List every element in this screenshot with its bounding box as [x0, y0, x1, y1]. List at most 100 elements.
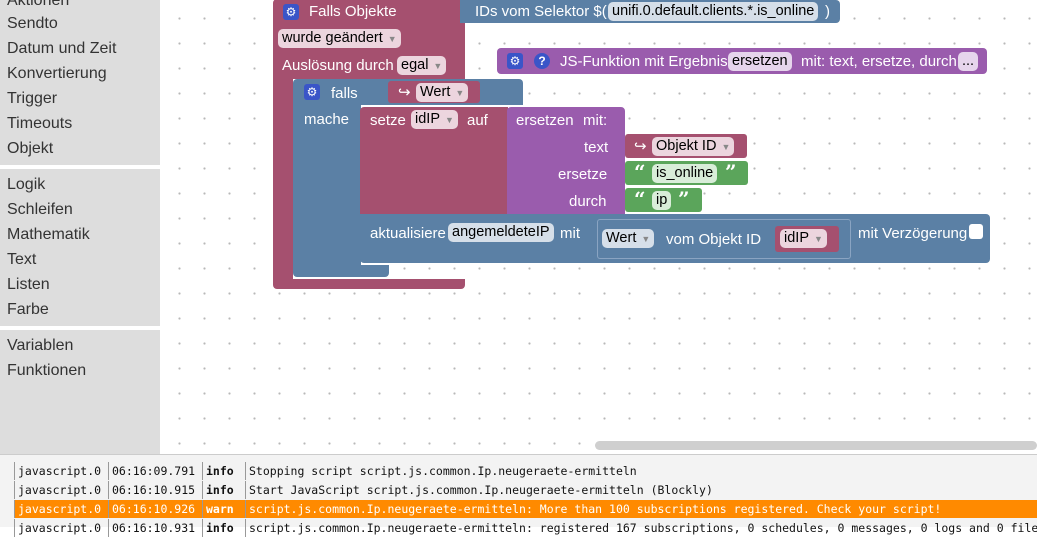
update-variable-dropdown[interactable]: angemeldeteIP: [448, 223, 554, 242]
if-label: falls: [331, 85, 358, 102]
category-separator: [0, 165, 160, 169]
category-objekt[interactable]: Objekt: [7, 140, 53, 158]
text-param-label: text: [584, 139, 609, 156]
log-message: Stopping script script.js.common.Ip.neug…: [245, 462, 1037, 480]
value-dropdown-label: Wert: [420, 84, 451, 100]
log-level: info: [202, 481, 246, 499]
category-funktionen[interactable]: Funktionen: [7, 362, 86, 380]
close-quote-icon: ”: [725, 160, 737, 184]
category-sendto[interactable]: Sendto: [7, 15, 58, 33]
log-level: info: [202, 519, 246, 537]
set-label: setze: [370, 112, 406, 129]
chevron-down-icon: ▼: [721, 142, 731, 152]
get-value-dropdown[interactable]: Wert ▼: [602, 229, 655, 248]
gear-icon[interactable]: ⚙: [304, 84, 320, 100]
get-value-label: Wert: [606, 230, 637, 246]
category-konvertierung[interactable]: Konvertierung: [7, 65, 107, 83]
log-row: javascript.0 06:16:09.791 info Stopping …: [14, 462, 1037, 480]
selector-input[interactable]: unifi.0.default.clients.*.is_online: [608, 2, 819, 21]
log-source: javascript.0: [14, 462, 110, 480]
log-row: javascript.0 06:16:10.915 info Start Jav…: [14, 481, 1037, 499]
log-time: 06:16:10.915: [108, 481, 204, 499]
log-source: javascript.0: [14, 519, 110, 537]
log-level: info: [202, 462, 246, 480]
triggered-by-label: Auslösung durch: [282, 57, 394, 74]
log-time: 06:16:10.931: [108, 519, 204, 537]
selector-label: IDs vom Selektor $(: [475, 3, 607, 20]
replace-label: ersetzen: [516, 112, 574, 129]
js-function-params: mit: text, ersetze, durch: [801, 53, 957, 70]
close-quote-icon: ”: [678, 187, 690, 211]
delay-checkbox[interactable]: [969, 224, 983, 239]
changed-dropdown[interactable]: wurde geändert ▼: [278, 29, 401, 48]
log-row-warning: javascript.0 06:16:10.926 warn script.js…: [14, 500, 1037, 518]
log-message: script.js.common.Ip.neugeraete-ermitteln…: [245, 519, 1037, 537]
gear-icon[interactable]: ⚙: [507, 53, 523, 69]
log-source: javascript.0: [14, 481, 110, 499]
horizontal-scrollbar[interactable]: [595, 441, 1037, 450]
update-with-label: mit: [560, 225, 580, 242]
replace-param-label: ersetze: [558, 166, 608, 183]
value-arrow-icon: ↪: [398, 84, 411, 101]
category-trigger[interactable]: Trigger: [7, 90, 57, 108]
update-label: aktualisiere: [370, 225, 446, 242]
category-variablen[interactable]: Variablen: [7, 337, 73, 355]
chevron-down-icon: ▼: [433, 61, 443, 71]
js-function-name-input[interactable]: ersetzen: [728, 52, 792, 71]
category-aktionen[interactable]: Aktionen: [7, 0, 69, 10]
log-time: 06:16:10.926: [108, 500, 204, 518]
open-quote-icon: “: [634, 187, 646, 211]
object-id-arrow-icon: ↪: [634, 138, 647, 155]
chevron-down-icon: ▼: [455, 88, 465, 98]
log-row: javascript.0 06:16:10.931 info script.js…: [14, 519, 1037, 537]
replace-with-label: mit:: [583, 112, 608, 129]
category-mathematik[interactable]: Mathematik: [7, 226, 90, 244]
by-param-label: durch: [569, 193, 607, 210]
if-block-footer: [293, 265, 389, 277]
chevron-down-icon: ▼: [641, 234, 651, 244]
gear-icon[interactable]: ⚙: [283, 4, 299, 20]
category-schleifen[interactable]: Schleifen: [7, 201, 73, 219]
log-time: 06:16:09.791: [108, 462, 204, 480]
log-message: script.js.common.Ip.neugeraete-ermitteln…: [245, 500, 1037, 518]
trigger-title: Falls Objekte: [309, 3, 397, 20]
ip-text[interactable]: ip: [652, 191, 672, 210]
log-message: Start JavaScript script.js.common.Ip.neu…: [245, 481, 1037, 499]
category-datum-und-zeit[interactable]: Datum und Zeit: [7, 40, 116, 58]
category-text[interactable]: Text: [7, 251, 36, 269]
do-label: mache: [304, 111, 350, 128]
trigger-block-footer: [273, 279, 465, 289]
chevron-down-icon: ▼: [814, 234, 823, 244]
js-function-title: JS-Funktion mit Ergebnis: [560, 53, 728, 70]
selector-close-paren: ): [825, 3, 830, 20]
log-source: javascript.0: [14, 500, 110, 518]
chevron-down-icon: ▼: [445, 115, 454, 125]
value-dropdown[interactable]: Wert ▼: [416, 83, 469, 102]
set-variable-dropdown[interactable]: idIP ▼: [411, 110, 458, 129]
category-separator: [0, 326, 160, 330]
category-logik[interactable]: Logik: [7, 176, 45, 194]
from-object-label: vom Objekt ID: [666, 231, 762, 248]
js-function-more-button[interactable]: ...: [958, 52, 979, 71]
log-panel: javascript.0 06:16:09.791 info Stopping …: [0, 454, 1037, 537]
trigger-type-dropdown[interactable]: egal ▼: [397, 56, 447, 75]
toolbox-sidebar: Aktionen Sendto Datum und Zeit Konvertie…: [0, 0, 160, 454]
set-to-label: auf: [467, 112, 488, 129]
category-farbe[interactable]: Farbe: [7, 301, 49, 319]
changed-dropdown-label: wurde geändert: [282, 30, 383, 46]
blockly-workspace[interactable]: ⚙ Falls Objekte IDs vom Selektor $( unif…: [160, 0, 1037, 454]
category-timeouts[interactable]: Timeouts: [7, 115, 72, 133]
open-quote-icon: “: [634, 160, 646, 184]
chevron-down-icon: ▼: [387, 34, 397, 44]
object-id-dropdown[interactable]: Objekt ID ▼: [652, 137, 735, 156]
delay-label: mit Verzögerung: [858, 225, 968, 242]
object-var-dropdown[interactable]: idIP ▼: [780, 229, 827, 248]
category-listen[interactable]: Listen: [7, 276, 50, 294]
is-online-text[interactable]: is_online: [652, 164, 718, 183]
if-block-body[interactable]: [293, 105, 361, 265]
object-var-label: idIP: [784, 230, 809, 246]
help-icon[interactable]: ?: [534, 53, 550, 69]
trigger-type-label: egal: [401, 57, 429, 73]
set-variable-name: idIP: [415, 111, 440, 127]
trigger-block-spine: [273, 79, 293, 279]
